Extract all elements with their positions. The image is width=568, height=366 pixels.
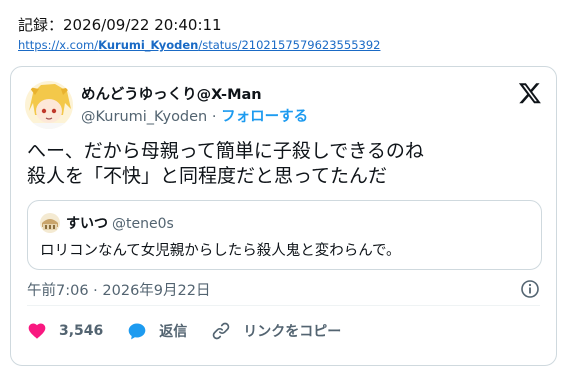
tweet-line: 殺人を「不快」と同程度だと思ってたんだ bbox=[27, 165, 388, 187]
like-count: 3,546 bbox=[59, 323, 104, 339]
tweet-timestamp[interactable]: 午前7:06 · 2026年9月22日 bbox=[27, 279, 210, 300]
quoted-tweet[interactable]: すいつ @tene0s ロリコンなんて女児親からしたら殺人鬼と変わらんで。 bbox=[27, 200, 542, 270]
separator-dot: · bbox=[211, 109, 217, 125]
divider bbox=[27, 305, 540, 306]
heart-icon bbox=[28, 323, 46, 339]
author-handle[interactable]: @Kurumi_Kyoden bbox=[81, 109, 207, 125]
follow-button[interactable]: フォローする bbox=[221, 109, 308, 125]
action-bar: 3,546 返信 リンクをコピー bbox=[27, 319, 365, 343]
link-icon bbox=[213, 322, 230, 340]
url-prefix: https://x.com/ bbox=[18, 38, 99, 52]
quoted-author-handle: @tene0s bbox=[112, 216, 174, 232]
copy-link-button[interactable]: リンクをコピー bbox=[211, 321, 341, 341]
reply-label: 返信 bbox=[159, 324, 188, 340]
reply-bubble-icon bbox=[128, 323, 146, 340]
like-button[interactable]: 3,546 bbox=[27, 321, 103, 341]
tweet-text: へー、だから母親って簡単に子殺しできるのね 殺人を「不快」と同程度だと思ってたん… bbox=[27, 139, 542, 189]
quoted-author: すいつ @tene0s bbox=[66, 213, 174, 233]
author-avatar[interactable] bbox=[25, 81, 73, 129]
author-name[interactable]: めんどうゆっくり@X-Man bbox=[81, 83, 262, 104]
author-handle-line: @Kurumi_Kyoden · フォローする bbox=[81, 105, 308, 126]
quoted-author-avatar bbox=[40, 213, 60, 233]
tweet-card: めんどうゆっくり@X-Man @Kurumi_Kyoden · フォローする へ… bbox=[10, 66, 557, 366]
tweet-line: へー、だから母親って簡単に子殺しできるのね bbox=[27, 140, 424, 162]
quoted-tweet-text: ロリコンなんて女児親からしたら殺人鬼と変わらんで。 bbox=[40, 243, 401, 259]
url-suffix: /status/2102157579623555392 bbox=[198, 38, 381, 52]
copy-link-label: リンクをコピー bbox=[243, 324, 342, 340]
url-user: Kurumi_Kyoden bbox=[98, 38, 199, 52]
x-logo-icon[interactable] bbox=[518, 81, 542, 105]
record-timestamp: 記録：2026/09/22 20:40:11 bbox=[18, 16, 222, 34]
info-icon[interactable] bbox=[520, 279, 540, 299]
reply-button[interactable]: 返信 bbox=[127, 321, 187, 341]
quoted-author-name: すいつ bbox=[66, 216, 108, 232]
status-url-link[interactable]: https://x.com/Kurumi_Kyoden/status/21021… bbox=[18, 38, 380, 52]
